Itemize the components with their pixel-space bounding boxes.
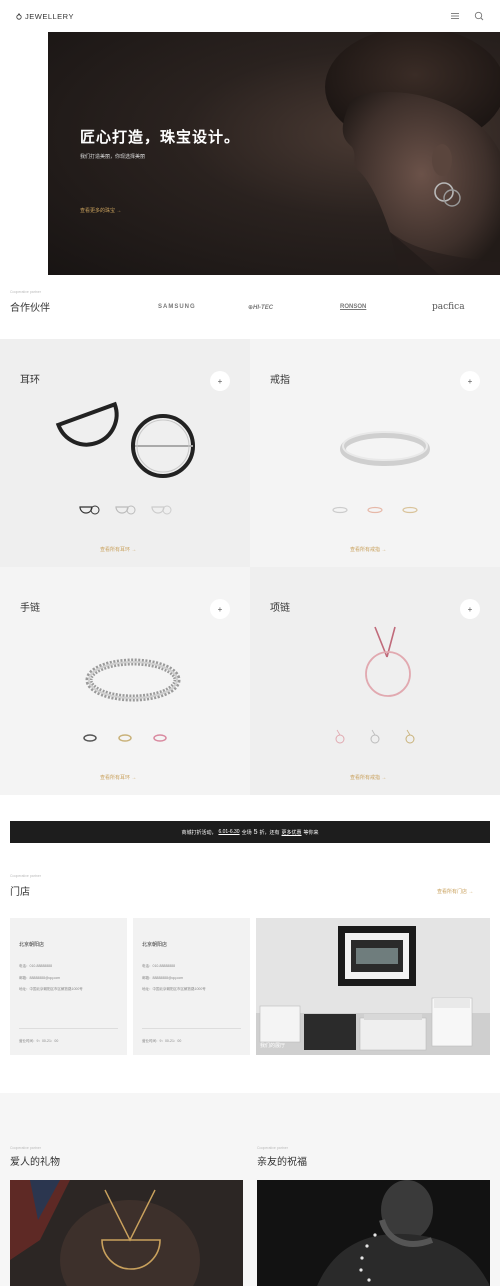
ring-logo-icon	[16, 13, 22, 20]
partners-title: 合作伙伴	[10, 303, 50, 314]
category-link[interactable]: 查看所有戒指 →	[350, 774, 386, 781]
site-header: JEWELLERY	[0, 0, 500, 32]
store-email: 邮箱：88888888@qq.com	[142, 976, 184, 980]
promo-discount: 5	[253, 828, 258, 836]
category-link[interactable]: 查看所有戒指 →	[350, 546, 386, 553]
partner-logo-samsung[interactable]: SAMSUNG	[158, 304, 196, 310]
category-link[interactable]: 查看所有耳环 →	[100, 546, 136, 553]
category-tile-rings[interactable]: 戒指 + 查看所有戒指 →	[250, 339, 500, 567]
category-tile-necklaces[interactable]: 项链 + 查看所有戒指 →	[250, 567, 500, 795]
hero-subtitle: 我们打造美丽，你现选择美丽	[80, 154, 146, 160]
stores-view-all-link[interactable]: 查看所有门店 →	[437, 888, 473, 895]
category-tile-bracelets[interactable]: 手链 + 查看所有耳环 →	[0, 567, 250, 795]
gift-tiny-label: Cooperative partner	[10, 1146, 41, 1150]
showroom-image	[256, 918, 490, 1055]
category-tile-earrings[interactable]: 耳环 + 查看所有耳环 →	[0, 339, 250, 567]
store-email: 邮箱：88888888@qq.com	[19, 976, 61, 980]
store-address: 地址：中国北京朝阳区市区解放路1000号	[19, 987, 83, 991]
store-hours: 营业时间：9：00-21：00	[19, 1039, 59, 1043]
store-name: 北京朝阳店	[19, 942, 45, 948]
store-divider	[142, 1028, 241, 1029]
hero-title: 匠心打造，珠宝设计。	[80, 129, 241, 146]
earrings-image	[55, 401, 195, 478]
stores-tiny-label: Cooperative partner	[10, 874, 41, 878]
showroom-photo[interactable]: 我们的展厅	[256, 918, 490, 1055]
hero-banner: 匠心打造，珠宝设计。 我们打造美丽，你现选择美丽 查看更多的珠宝 →	[48, 32, 500, 275]
partners-section: Cooperative partner 合作伙伴 SAMSUNG ⊕HI-TEC…	[0, 287, 500, 327]
partner-logo-hitec[interactable]: ⊕HI-TEC	[248, 304, 273, 311]
promo-dates: 6.01-6.30	[218, 829, 240, 835]
necklace-image	[365, 626, 411, 697]
lover-gift-image	[10, 1180, 243, 1286]
gift-title-lover: 爱人的礼物	[10, 1157, 60, 1168]
necklace-variant-thumbs[interactable]	[300, 727, 450, 747]
promo-banner: 商城打折活动， 6.01-6.30 全场 5 折，还有 更多优惠 等你来	[10, 821, 490, 843]
promo-more-link[interactable]: 更多优惠	[282, 829, 302, 836]
header-actions	[450, 11, 484, 21]
plus-icon[interactable]: +	[460, 599, 480, 619]
store-name: 北京朝阳店	[142, 942, 168, 948]
search-icon[interactable]	[474, 11, 484, 21]
earrings-variant-thumbs[interactable]	[50, 499, 200, 519]
promo-suffix: 等你来	[303, 829, 319, 836]
hero-model-image	[325, 32, 500, 275]
category-title: 手链	[20, 603, 40, 614]
store-address: 地址：中国北京朝阳区市区解放路1000号	[142, 987, 206, 991]
partner-logo-ronson[interactable]: RONSON	[340, 304, 366, 310]
category-link[interactable]: 查看所有耳环 →	[100, 774, 136, 781]
gift-card-lover[interactable]	[10, 1180, 243, 1286]
bracelet-variant-thumbs[interactable]	[50, 727, 200, 747]
hero-more-link[interactable]: 查看更多的珠宝 →	[80, 207, 121, 214]
showroom-caption: 我们的展厅	[260, 1043, 286, 1049]
brand-logo[interactable]: JEWELLERY	[16, 12, 74, 21]
page: JEWELLERY 匠心打造，珠宝设计。 我们打造美丽，你现选择美丽 查看更多的…	[0, 0, 500, 1286]
store-phone: 电话：010-88888888	[19, 964, 53, 968]
ring-image	[340, 431, 430, 466]
category-title: 耳环	[20, 375, 40, 386]
promo-prefix: 商城打折活动，	[181, 829, 217, 836]
ring-variant-thumbs[interactable]	[300, 499, 450, 519]
category-title: 项链	[270, 603, 290, 614]
store-card[interactable]: 北京朝阳店 电话：010-88888888 邮箱：88888888@qq.com…	[133, 918, 250, 1055]
plus-icon[interactable]: +	[210, 371, 230, 391]
gift-title-friends: 亲友的祝福	[257, 1157, 307, 1168]
store-card[interactable]: 北京朝阳店 电话：010-88888888 邮箱：88888888@qq.com…	[10, 918, 127, 1055]
partners-tiny-label: Cooperative partner	[10, 290, 41, 294]
store-hours: 营业时间：9：00-21：00	[142, 1039, 182, 1043]
brand-logo-text: JEWELLERY	[25, 11, 74, 21]
stores-title: 门店	[10, 887, 30, 898]
promo-after: 折，还有	[259, 829, 280, 836]
promo-middle: 全场	[241, 829, 252, 836]
gift-card-friends[interactable]	[257, 1180, 490, 1286]
gift-tiny-label: Cooperative partner	[257, 1146, 288, 1150]
bracelet-image	[85, 658, 181, 702]
store-phone: 电话：010-88888888	[142, 964, 176, 968]
plus-icon[interactable]: +	[460, 371, 480, 391]
friends-gift-image	[257, 1180, 490, 1286]
category-title: 戒指	[270, 375, 290, 386]
plus-icon[interactable]: +	[210, 599, 230, 619]
partner-logo-pacfica[interactable]: pacfica	[432, 302, 465, 312]
hamburger-menu-icon[interactable]	[450, 11, 460, 21]
store-divider	[19, 1028, 118, 1029]
